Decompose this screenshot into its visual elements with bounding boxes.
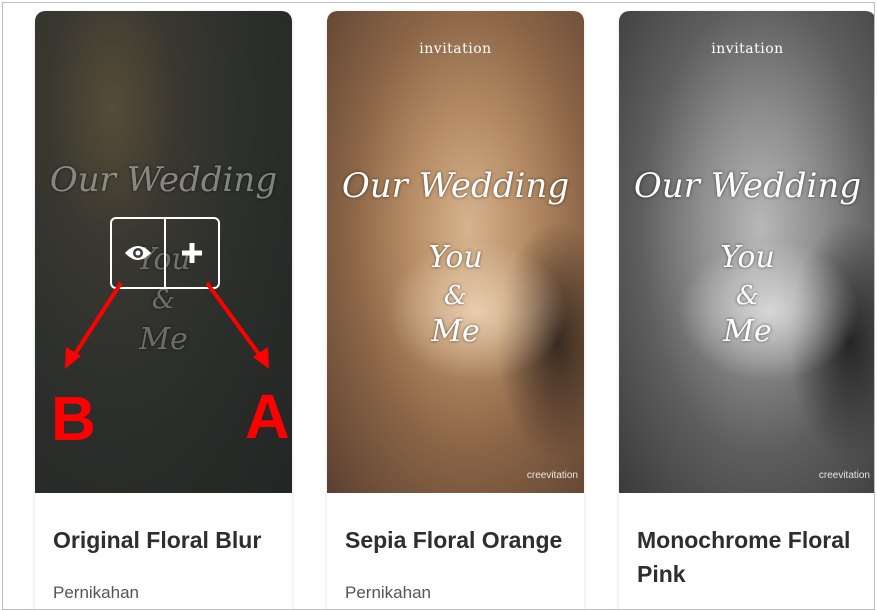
template-thumbnail[interactable]: Our Wedding You & Me B A <box>35 11 292 493</box>
template-category: Pernikahan <box>53 583 140 602</box>
template-card-sepia-floral-orange[interactable]: invitation Our Wedding You & Me creevita… <box>327 11 584 609</box>
eye-icon <box>125 246 151 260</box>
brand-watermark: creevitation <box>818 470 870 481</box>
brand-watermark: creevitation <box>526 470 578 481</box>
plus-icon <box>182 243 202 263</box>
invitation-kicker: invitation <box>711 41 784 57</box>
template-card-monochrome-floral-pink[interactable]: invitation Our Wedding You & Me creevita… <box>619 11 874 609</box>
template-thumbnail[interactable]: invitation Our Wedding You & Me creevita… <box>327 11 584 493</box>
invitation-title-script: Our Wedding <box>341 166 570 206</box>
invitation-you-text: You <box>720 240 775 275</box>
add-button[interactable] <box>164 219 218 287</box>
template-name[interactable]: Sepia Floral Orange <box>345 523 575 557</box>
preview-button[interactable] <box>112 219 164 287</box>
template-card-original-floral-blur[interactable]: Our Wedding You & Me B A Original Floral… <box>35 11 292 609</box>
invitation-kicker: invitation <box>419 41 492 57</box>
invitation-amp-text: & <box>735 281 760 311</box>
invitation-you-text: You <box>428 240 483 275</box>
template-thumbnail[interactable]: invitation Our Wedding You & Me creevita… <box>619 11 874 493</box>
template-gallery: Our Wedding You & Me B A Original Floral… <box>2 2 875 610</box>
annotation-label-a: A <box>245 383 290 452</box>
annotation-label-b: B <box>51 385 96 454</box>
invitation-title-script: Our Wedding <box>49 160 278 200</box>
template-name[interactable]: Original Floral Blur <box>53 523 283 557</box>
invitation-amp-text: & <box>443 281 468 311</box>
invitation-title-script: Our Wedding <box>633 166 862 206</box>
invitation-me-text: Me <box>139 322 188 357</box>
template-category: Pernikahan <box>345 583 432 602</box>
invitation-me-text: Me <box>431 314 480 349</box>
hover-action-group <box>110 217 220 289</box>
invitation-me-text: Me <box>723 314 772 349</box>
template-name[interactable]: Monochrome Floral Pink <box>637 523 867 591</box>
